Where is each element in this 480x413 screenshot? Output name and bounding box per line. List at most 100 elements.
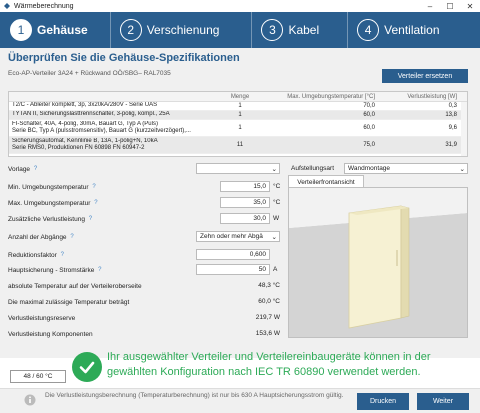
step-label: Gehäuse bbox=[37, 23, 88, 37]
max-temp-value: 35,0 bbox=[253, 199, 266, 206]
min-temp-unit: °C bbox=[273, 183, 281, 190]
enclosure-illustration bbox=[289, 188, 467, 337]
window-title: Wärmeberechnung bbox=[14, 2, 74, 10]
outlets-label: Anzahl der Abgänge bbox=[8, 233, 67, 241]
table-scrollbar[interactable] bbox=[461, 102, 467, 156]
temperature-summary: 48 / 60 °C bbox=[10, 370, 66, 383]
table-row[interactable]: FI-Schalter, 40A, 4-polig, 30mA, Bauart … bbox=[9, 120, 467, 137]
table-row[interactable]: T2/C - Ableiter komplett, 3p, 3x20kA/280… bbox=[9, 102, 467, 111]
main-fuse-unit: A bbox=[273, 266, 278, 273]
min-temp-value: 15,0 bbox=[253, 183, 266, 190]
info-icon bbox=[24, 394, 36, 408]
help-icon[interactable]: ? bbox=[69, 234, 76, 241]
max-temp-input[interactable]: 35,0 bbox=[220, 197, 270, 208]
chevron-down-icon: ⌄ bbox=[271, 165, 277, 173]
row-qty: 1 bbox=[238, 112, 242, 118]
tab-label: Verteilerfrontansicht bbox=[297, 178, 355, 186]
help-icon[interactable]: ? bbox=[91, 184, 98, 191]
step-ventilation[interactable]: 4 Ventilation bbox=[357, 12, 440, 48]
page-title: Überprüfen Sie die Gehäuse-Spezifikation… bbox=[8, 52, 240, 64]
success-message: Ihr ausgewählter Verteiler und Verteiler… bbox=[107, 351, 431, 378]
table-row[interactable]: TYTAN II, Sicherungslasttrennschalter, 3… bbox=[9, 111, 467, 120]
reduction-value: 0,600 bbox=[249, 251, 266, 258]
main-fuse-value: 50 bbox=[258, 266, 266, 273]
row-name: TYTAN II, Sicherungslasttrennschalter, 3… bbox=[12, 111, 170, 118]
components-table: Menge Max. Umgebungstemperatur [°C] Verl… bbox=[8, 91, 468, 157]
step-label: Kabel bbox=[288, 23, 320, 37]
row-loss: 13,8 bbox=[445, 112, 457, 118]
min-temp-label: Min. Umgebungstemperatur bbox=[8, 183, 89, 191]
bottom-bar: Die Verlustleistungsberechnung (Temperat… bbox=[0, 388, 480, 413]
row-qty: 1 bbox=[238, 125, 242, 131]
step-number: 3 bbox=[261, 19, 284, 41]
step-verschienung[interactable]: 2 Verschienung bbox=[119, 12, 220, 48]
table-row[interactable]: Sicherungsautomat, Kennlinie B, 13A, 1-p… bbox=[9, 137, 467, 154]
template-select[interactable]: ⌄ bbox=[196, 163, 280, 174]
main-content: Überprüfen Sie die Gehäuse-Spezifikation… bbox=[0, 48, 480, 358]
reduction-label: Reduktionsfaktor bbox=[8, 251, 57, 259]
title-bar: Wärmeberechnung – ☐ ✕ bbox=[0, 0, 480, 12]
next-button[interactable]: Weiter bbox=[417, 393, 469, 410]
step-number: 4 bbox=[357, 19, 380, 41]
enclosure-3d-view[interactable] bbox=[288, 187, 468, 338]
step-number: 1 bbox=[10, 19, 32, 41]
row-temp: 60,0 bbox=[363, 125, 375, 131]
max-temp-unit: °C bbox=[273, 199, 281, 206]
row-loss: 9,6 bbox=[448, 125, 457, 131]
maximize-button[interactable]: ☐ bbox=[440, 0, 460, 12]
row-qty: 11 bbox=[236, 142, 244, 148]
column-header-qty: Menge bbox=[230, 93, 250, 100]
outlets-value: Zehn oder mehr Abgä bbox=[200, 233, 263, 240]
row-name: FI-Schalter, 40A, 4-polig, 30mA, Bauart … bbox=[12, 120, 191, 135]
extra-loss-label: Zusätzliche Verlustleistung bbox=[8, 215, 85, 223]
installation-value: Wandmontage bbox=[348, 165, 391, 172]
help-icon[interactable]: ? bbox=[96, 267, 103, 274]
row-name: T2/C - Ableiter komplett, 3p, 3x20kA/280… bbox=[12, 102, 158, 109]
max-allowed-value: 60,0 °C bbox=[258, 298, 280, 305]
max-temp-label: Max. Umgebungstemperatur bbox=[8, 199, 91, 207]
abs-temp-value: 48,3 °C bbox=[258, 282, 280, 289]
minimize-button[interactable]: – bbox=[420, 0, 440, 12]
step-kabel[interactable]: 3 Kabel bbox=[261, 12, 319, 48]
template-label: Vorlage bbox=[8, 165, 31, 173]
column-header-loss: Verlustleistung [W] bbox=[407, 93, 457, 100]
reserve-label: Verlustleistungsreserve bbox=[8, 314, 76, 322]
help-icon[interactable]: ? bbox=[32, 166, 39, 173]
validity-note: Die Verlustleistungsberechnung (Temperat… bbox=[45, 392, 344, 399]
chevron-down-icon: ⌄ bbox=[271, 233, 277, 241]
row-loss: 31,9 bbox=[445, 142, 457, 148]
installation-label: Aufstellungsart bbox=[291, 165, 334, 172]
reduction-input[interactable]: 0,600 bbox=[196, 249, 270, 260]
app-icon bbox=[3, 2, 11, 10]
wizard-steps: 1 Gehäuse 2 Verschienung 3 Kabel 4 Venti… bbox=[0, 12, 480, 48]
column-header-max-temp: Max. Umgebungstemperatur [°C] bbox=[287, 93, 375, 100]
print-button[interactable]: Drucken bbox=[357, 393, 409, 410]
row-temp: 75,0 bbox=[363, 142, 375, 148]
help-icon[interactable]: ? bbox=[87, 216, 94, 223]
row-qty: 1 bbox=[238, 103, 242, 109]
extra-loss-value: 30,0 bbox=[253, 215, 266, 222]
help-icon[interactable]: ? bbox=[92, 200, 99, 207]
min-temp-input[interactable]: 15,0 bbox=[220, 181, 270, 192]
row-temp: 70,0 bbox=[363, 103, 375, 109]
close-button[interactable]: ✕ bbox=[460, 0, 480, 12]
row-name: Sicherungsautomat, Kennlinie B, 13A, 1-p… bbox=[12, 137, 158, 152]
outlets-select[interactable]: Zehn oder mehr Abgä ⌄ bbox=[196, 231, 280, 242]
abs-temp-label: absolute Temperatur auf der Verteilerobe… bbox=[8, 282, 142, 290]
help-icon[interactable]: ? bbox=[59, 252, 66, 259]
replace-enclosure-button[interactable]: Verteiler ersetzen bbox=[382, 69, 468, 83]
step-number: 2 bbox=[119, 19, 142, 41]
main-fuse-input[interactable]: 50 bbox=[196, 264, 270, 275]
row-temp: 60,0 bbox=[363, 112, 375, 118]
step-label: Ventilation bbox=[384, 23, 440, 37]
check-icon bbox=[72, 352, 102, 382]
max-allowed-label: Die maximal zulässige Temperatur beträgt bbox=[8, 298, 130, 306]
step-label: Verschienung bbox=[146, 23, 220, 37]
components-loss-value: 153,6 W bbox=[255, 330, 280, 337]
table-header: Menge Max. Umgebungstemperatur [°C] Verl… bbox=[9, 92, 467, 102]
row-loss: 0,3 bbox=[448, 103, 457, 109]
installation-select[interactable]: Wandmontage ⌄ bbox=[344, 163, 468, 174]
extra-loss-input[interactable]: 30,0 bbox=[220, 213, 270, 224]
enclosure-subtitle: Eco-AP-Verteiler 3A24 + Rückwand OÖ/SBG–… bbox=[8, 70, 171, 77]
step-gehaeuse[interactable]: 1 Gehäuse bbox=[10, 12, 88, 48]
